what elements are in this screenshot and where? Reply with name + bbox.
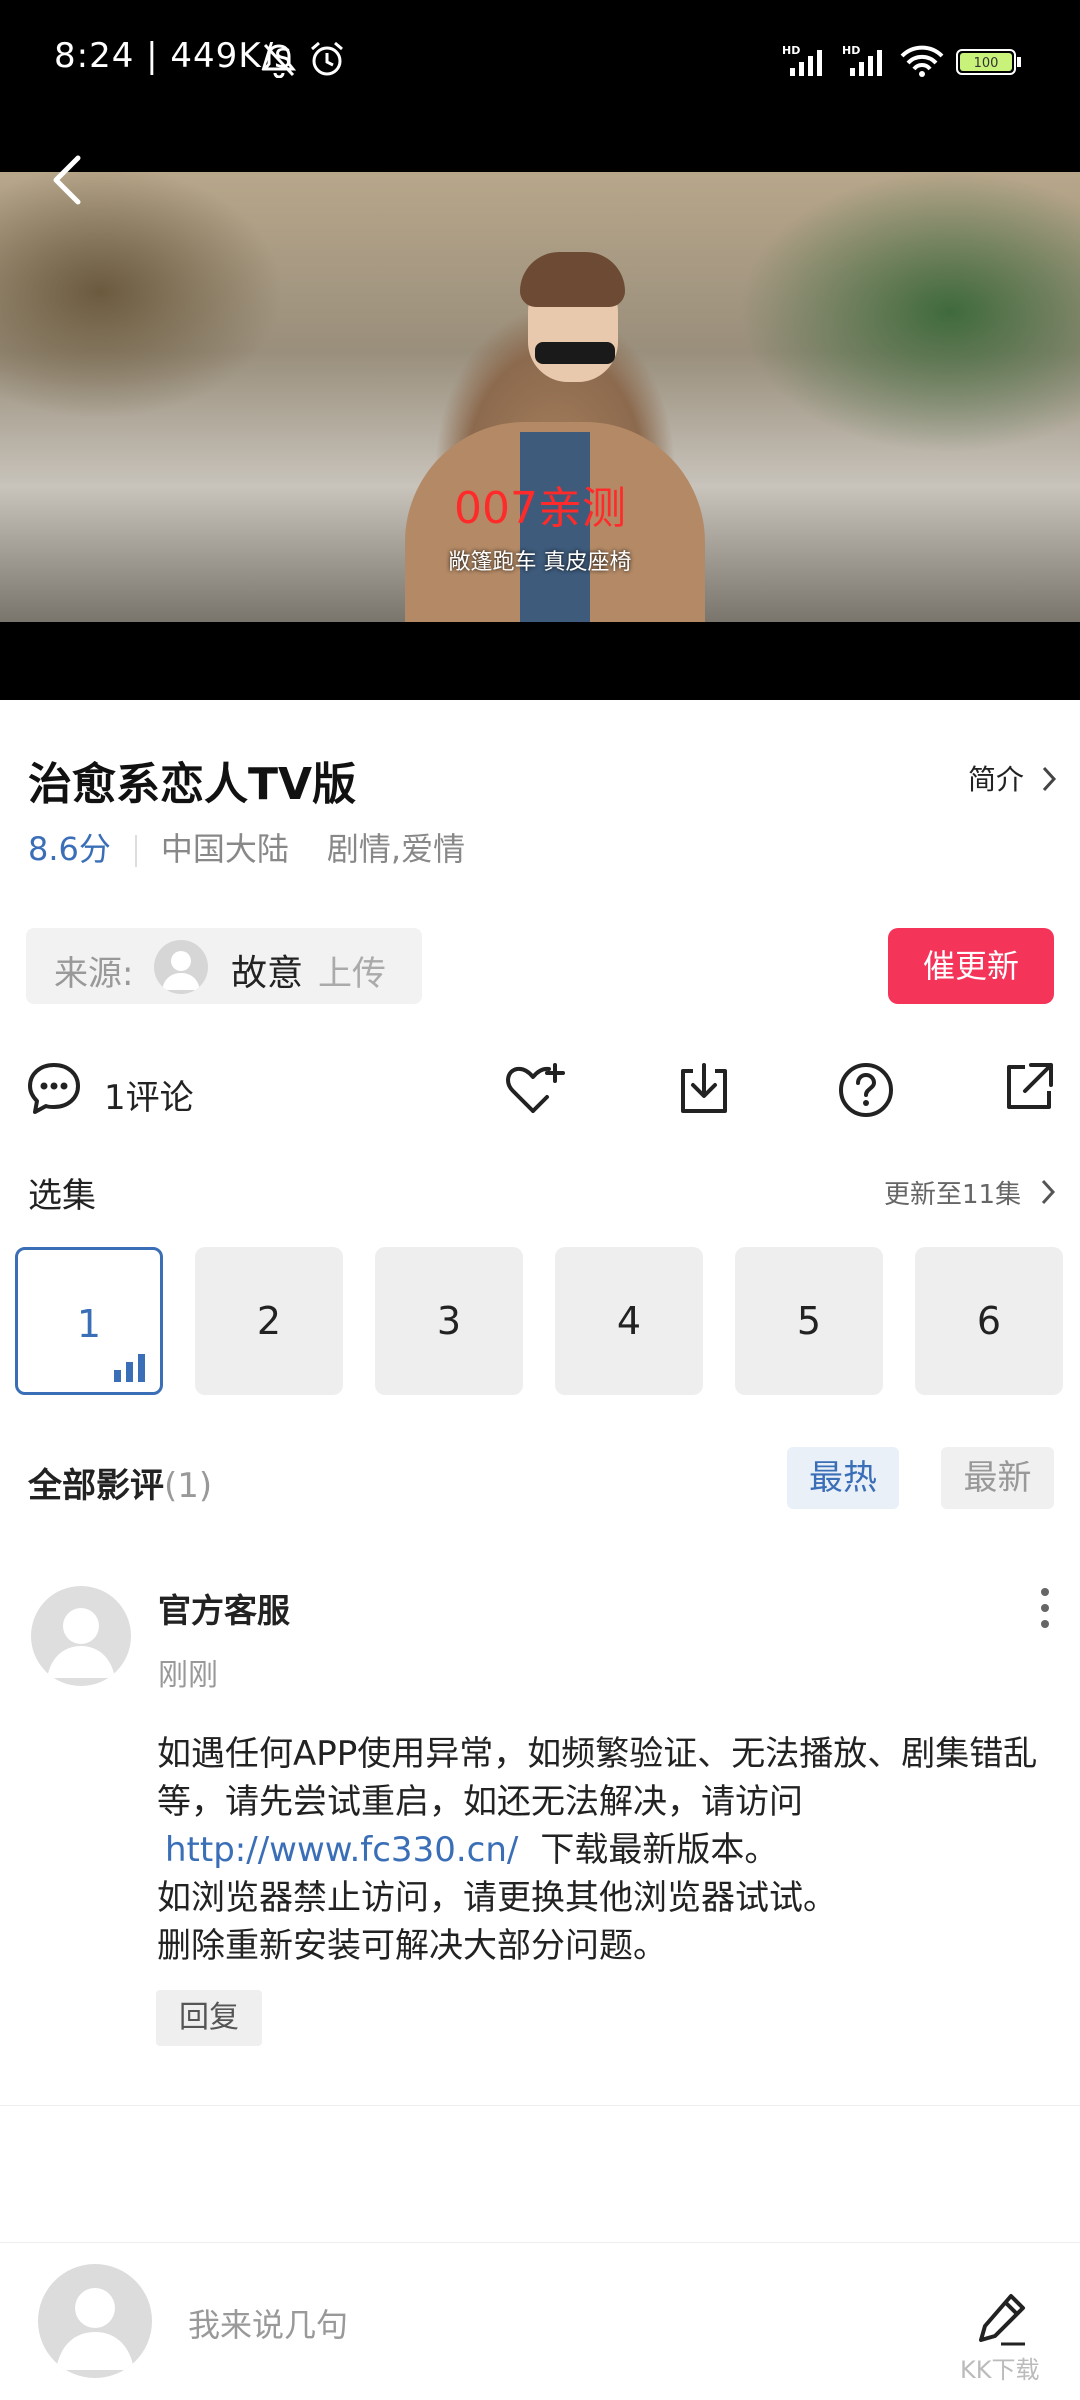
comment-text-4: 删除重新安装可解决大部分问题。	[157, 1926, 667, 1966]
my-avatar[interactable]	[38, 2264, 152, 2378]
status-bar: 8:24 | 449K/s HD HD 100	[0, 0, 1080, 172]
reply-button[interactable]: 回复	[156, 1990, 262, 2046]
source-label: 来源:	[54, 954, 134, 994]
episode-1[interactable]: 1	[15, 1247, 163, 1395]
download-icon[interactable]	[675, 1061, 733, 1117]
rating: 8.6分	[28, 830, 111, 868]
back-arrow-icon[interactable]	[40, 150, 100, 210]
playing-bars-icon	[114, 1354, 145, 1382]
show-meta: 8.6分 中国大陆 剧情,爱情	[28, 824, 465, 870]
more-vertical-icon[interactable]	[1030, 1584, 1060, 1632]
show-title: 治愈系恋人TV版	[28, 759, 357, 810]
genres: 剧情,爱情	[326, 830, 466, 868]
user-icon	[162, 951, 200, 990]
video-figure-glasses	[535, 342, 615, 364]
mute-bell-icon	[262, 43, 296, 78]
video-frame[interactable]: 007亲测 敞篷跑车 真皮座椅	[0, 172, 1080, 622]
chevron-right-icon[interactable]	[1040, 1178, 1056, 1206]
comment-avatar[interactable]	[31, 1586, 131, 1686]
video-overlay-text: 007亲测	[454, 483, 626, 534]
intro-link[interactable]: 简介	[968, 758, 1024, 798]
region: 中国大陆	[160, 830, 289, 868]
episodes-title: 选集	[28, 1176, 96, 1216]
comment-body: 如遇任何APP使用异常，如频繁验证、无法播放、剧集错乱等，请先尝试重启，如还无法…	[157, 1730, 1057, 1970]
comment-link[interactable]: http://www.fc330.cn/	[157, 1830, 540, 1870]
comment-author[interactable]: 官方客服	[158, 1584, 290, 1632]
episode-4[interactable]: 4	[555, 1247, 703, 1395]
hd-signal-icon: HD	[782, 44, 822, 76]
svg-text:HD: HD	[782, 44, 800, 57]
episode-2[interactable]: 2	[195, 1247, 343, 1395]
divider	[0, 2242, 1080, 2243]
reviews-title-text: 全部影评	[28, 1466, 164, 1506]
user-icon	[47, 1608, 115, 1678]
episode-5[interactable]: 5	[735, 1247, 883, 1395]
video-subtitle: 敞篷跑车 真皮座椅	[448, 550, 632, 575]
comment-input[interactable]: 我来说几句	[188, 2300, 348, 2346]
meta-divider	[134, 835, 137, 867]
uploader-avatar	[154, 940, 208, 994]
video-figure-hair	[520, 252, 625, 307]
svg-text:100: 100	[974, 56, 999, 71]
video-player[interactable]: 007亲测 敞篷跑车 真皮座椅	[0, 172, 1080, 700]
edit-pen-icon[interactable]	[975, 2290, 1031, 2346]
help-icon[interactable]	[837, 1061, 895, 1119]
episode-number: 1	[76, 1302, 102, 1346]
episode-6[interactable]: 6	[915, 1247, 1063, 1395]
episodes-update-status[interactable]: 更新至11集	[884, 1174, 1021, 1211]
svg-text:HD: HD	[842, 44, 860, 57]
comment-icon[interactable]	[26, 1061, 82, 1117]
comment-text-1: 如遇任何APP使用异常，如频繁验证、无法播放、剧集错乱等，请先尝试重启，如还无法…	[157, 1734, 1038, 1822]
comment-text-2: 下载最新版本。	[540, 1830, 779, 1870]
chevron-right-icon[interactable]	[1040, 764, 1058, 794]
wifi-icon	[900, 45, 944, 77]
episode-3[interactable]: 3	[375, 1247, 523, 1395]
comment-time: 刚刚	[158, 1658, 218, 1693]
reviews-title: 全部影评(1)	[28, 1458, 212, 1507]
divider	[0, 2105, 1080, 2106]
share-icon[interactable]	[1001, 1061, 1055, 1115]
source-box[interactable]: 来源: 故意 上传	[26, 928, 422, 1004]
favorite-add-icon[interactable]	[505, 1061, 565, 1117]
upload-suffix: 上传	[318, 954, 386, 994]
comments-count[interactable]: 1评论	[104, 1070, 194, 1119]
urge-update-button[interactable]: 催更新	[888, 928, 1054, 1004]
user-icon	[56, 2288, 134, 2370]
status-time: 8:24 | 449K/s	[54, 36, 293, 76]
hd-signal-icon: HD	[842, 44, 882, 76]
uploader-name: 故意	[231, 953, 304, 994]
comment-text-3: 如浏览器禁止访问，请更换其他浏览器试试。	[157, 1878, 837, 1918]
sort-new-button[interactable]: 最新	[941, 1447, 1054, 1509]
sort-hot-button[interactable]: 最热	[787, 1447, 899, 1509]
alarm-icon	[311, 41, 343, 76]
battery-icon: 100	[956, 49, 1021, 75]
reviews-count: (1)	[164, 1466, 213, 1506]
watermark: KK下载	[960, 2356, 1040, 2384]
